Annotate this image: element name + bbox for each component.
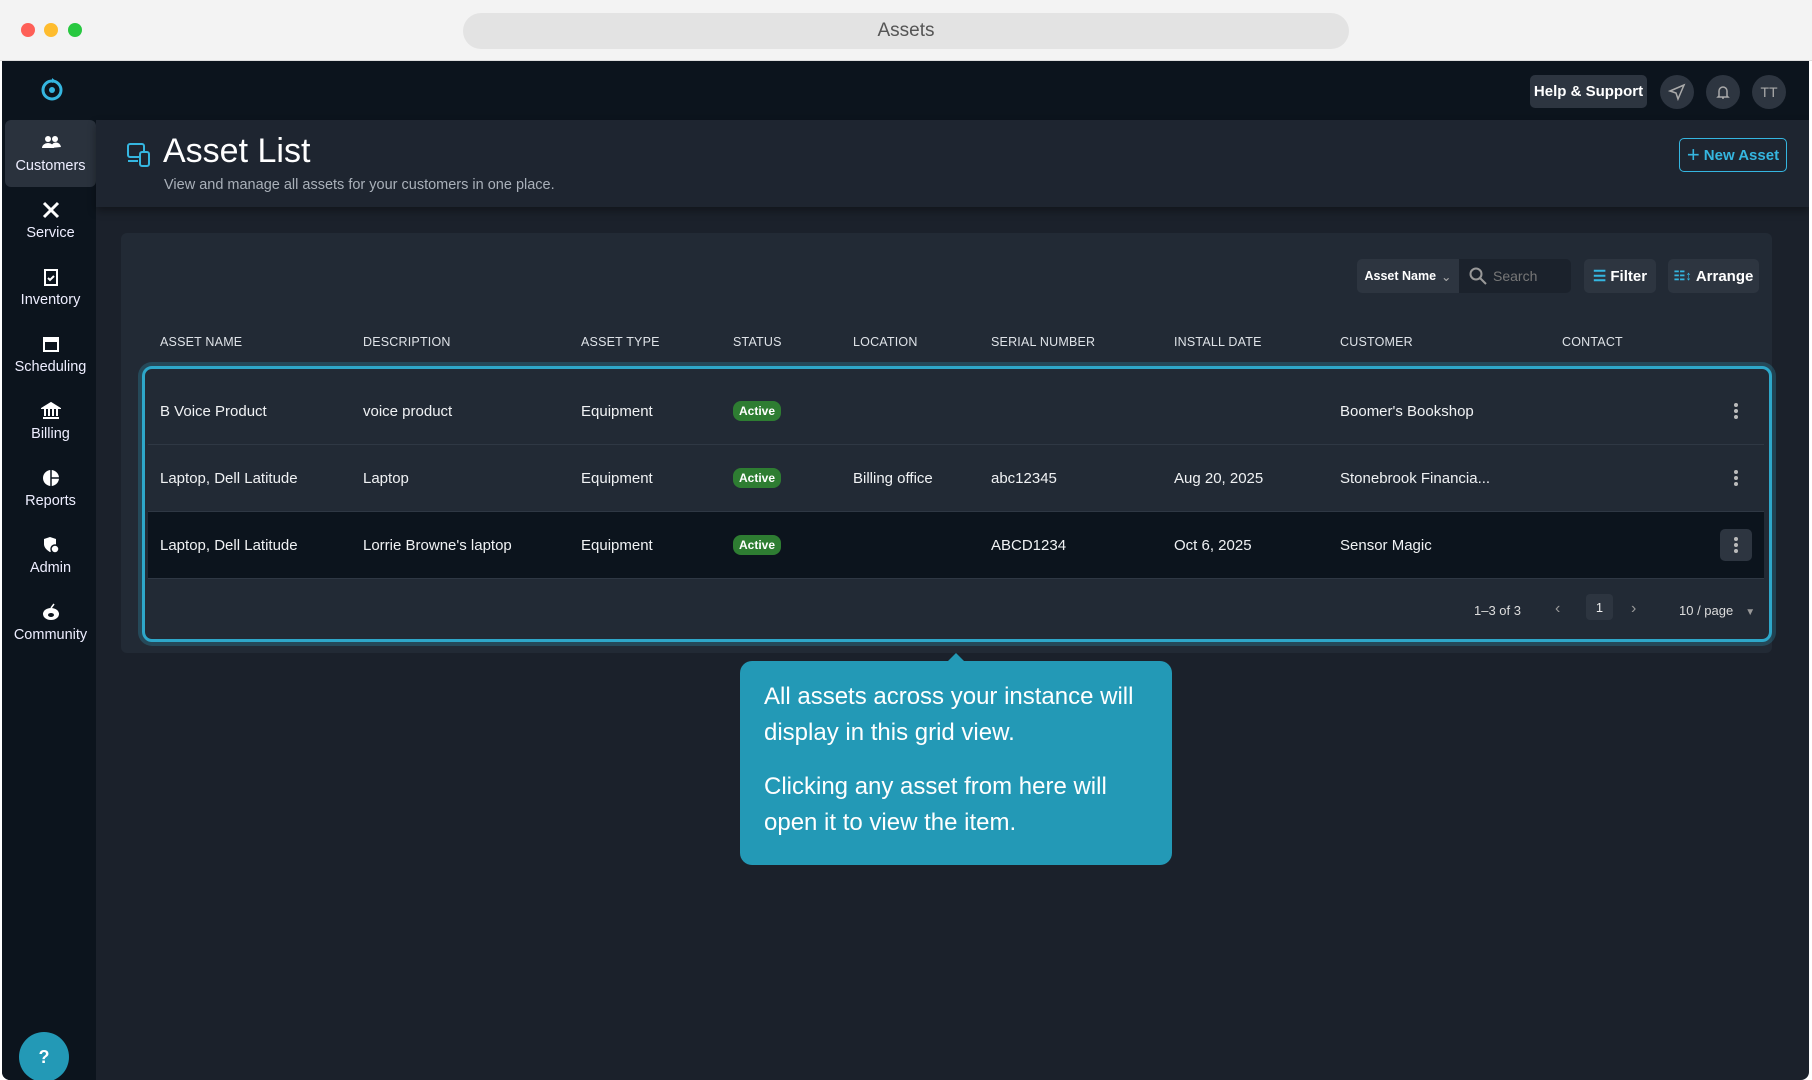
sidebar-item-label: Customers — [15, 158, 86, 174]
sidebar-item-label: Reports — [25, 493, 76, 509]
sidebar-item-community[interactable]: Community — [5, 589, 96, 656]
column-header-contact[interactable]: CONTACT — [1562, 335, 1623, 349]
page-size-select[interactable]: 10 / page ▼ — [1679, 603, 1755, 618]
community-icon — [42, 603, 59, 620]
logo-icon[interactable] — [40, 76, 64, 102]
clipboard-icon — [43, 269, 58, 286]
column-header-asset-type[interactable]: ASSET TYPE — [581, 335, 660, 349]
column-header-install-date[interactable]: INSTALL DATE — [1174, 335, 1262, 349]
column-header-asset-name[interactable]: ASSET NAME — [160, 335, 242, 349]
sidebar-item-label: Inventory — [20, 292, 81, 308]
search-input[interactable]: Search — [1459, 259, 1571, 293]
bell-icon[interactable] — [1706, 75, 1740, 109]
column-header-status[interactable]: STATUS — [733, 335, 782, 349]
plus-icon: + — [1686, 142, 1700, 167]
new-asset-button[interactable]: + New Asset — [1679, 138, 1787, 172]
search-field-label: Asset Name — [1364, 269, 1437, 283]
chevron-down-icon: ⌄ — [1441, 269, 1452, 284]
help-button[interactable]: ? — [19, 1032, 69, 1080]
page-title: Asset List — [163, 132, 311, 170]
page-subtitle: View and manage all assets for your cust… — [164, 177, 555, 193]
sidebar-item-customers[interactable]: Customers — [5, 120, 96, 187]
column-header-description[interactable]: DESCRIPTION — [363, 335, 451, 349]
tooltip-text: All assets across your instance will dis… — [764, 683, 1134, 746]
sort-icon: ☷↕ — [1673, 268, 1692, 283]
filter-icon: ☰ — [1592, 268, 1607, 285]
users-icon — [41, 136, 61, 148]
close-window-button[interactable] — [21, 23, 35, 37]
minimize-window-button[interactable] — [44, 23, 58, 37]
column-header-serial-number[interactable]: SERIAL NUMBER — [991, 335, 1095, 349]
new-asset-label: New Asset — [1703, 146, 1780, 164]
pagination-range: 1–3 of 3 — [1474, 603, 1521, 618]
sidebar-item-label: Admin — [29, 560, 72, 576]
arrange-button[interactable]: ☷↕ Arrange — [1668, 259, 1759, 293]
calendar-icon — [42, 337, 59, 352]
filter-label: Filter — [1610, 267, 1648, 285]
tools-icon — [42, 201, 59, 219]
page-header: Asset List View and manage all assets fo… — [96, 120, 1809, 207]
arrange-label: Arrange — [1695, 267, 1754, 285]
sidebar-item-service[interactable]: Service — [5, 187, 96, 254]
send-icon[interactable] — [1660, 75, 1694, 109]
bank-icon — [40, 401, 61, 419]
sidebar-item-label: Community — [13, 627, 88, 643]
search-placeholder: Search — [1493, 268, 1538, 284]
tour-highlight — [142, 366, 1772, 642]
tooltip-text: Clicking any asset from here will open i… — [764, 773, 1107, 836]
column-header-customer[interactable]: CUSTOMER — [1340, 335, 1413, 349]
sidebar-item-inventory[interactable]: Inventory — [5, 254, 96, 321]
sidebar-item-label: Service — [26, 225, 75, 241]
sidebar-item-reports[interactable]: Reports — [5, 455, 96, 522]
filter-button[interactable]: ☰ Filter — [1584, 259, 1656, 293]
window-title: Assets — [463, 13, 1349, 49]
maximize-window-button[interactable] — [68, 23, 82, 37]
prev-page-button[interactable]: ‹ — [1555, 600, 1560, 618]
page-size-label: 10 / page — [1679, 603, 1734, 618]
top-nav: Help & Support TT — [2, 61, 1809, 120]
sidebar-item-billing[interactable]: Billing — [5, 388, 96, 455]
column-header-location[interactable]: LOCATION — [853, 335, 918, 349]
sidebar-item-label: Scheduling — [14, 359, 87, 375]
pie-chart-icon — [42, 470, 59, 486]
sidebar: Customers Service Inventory Scheduling B… — [2, 120, 96, 1080]
avatar[interactable]: TT — [1752, 75, 1786, 109]
devices-icon — [127, 143, 150, 167]
admin-icon — [43, 537, 60, 554]
next-page-button[interactable]: › — [1631, 600, 1636, 618]
search-icon — [1469, 267, 1487, 285]
app: Help & Support TT Customers Service Inve… — [2, 61, 1809, 1080]
search-field-select[interactable]: Asset Name ⌄ — [1357, 259, 1459, 293]
window-titlebar: Assets — [0, 0, 1812, 61]
help-support-button[interactable]: Help & Support — [1530, 75, 1647, 108]
tour-tooltip: All assets across your instance will dis… — [740, 653, 1172, 865]
page-1-button[interactable]: 1 — [1586, 594, 1613, 620]
sidebar-item-admin[interactable]: Admin — [5, 522, 96, 589]
sidebar-item-label: Billing — [31, 426, 70, 442]
sidebar-item-scheduling[interactable]: Scheduling — [5, 321, 96, 388]
caret-down-icon: ▼ — [1745, 607, 1756, 618]
